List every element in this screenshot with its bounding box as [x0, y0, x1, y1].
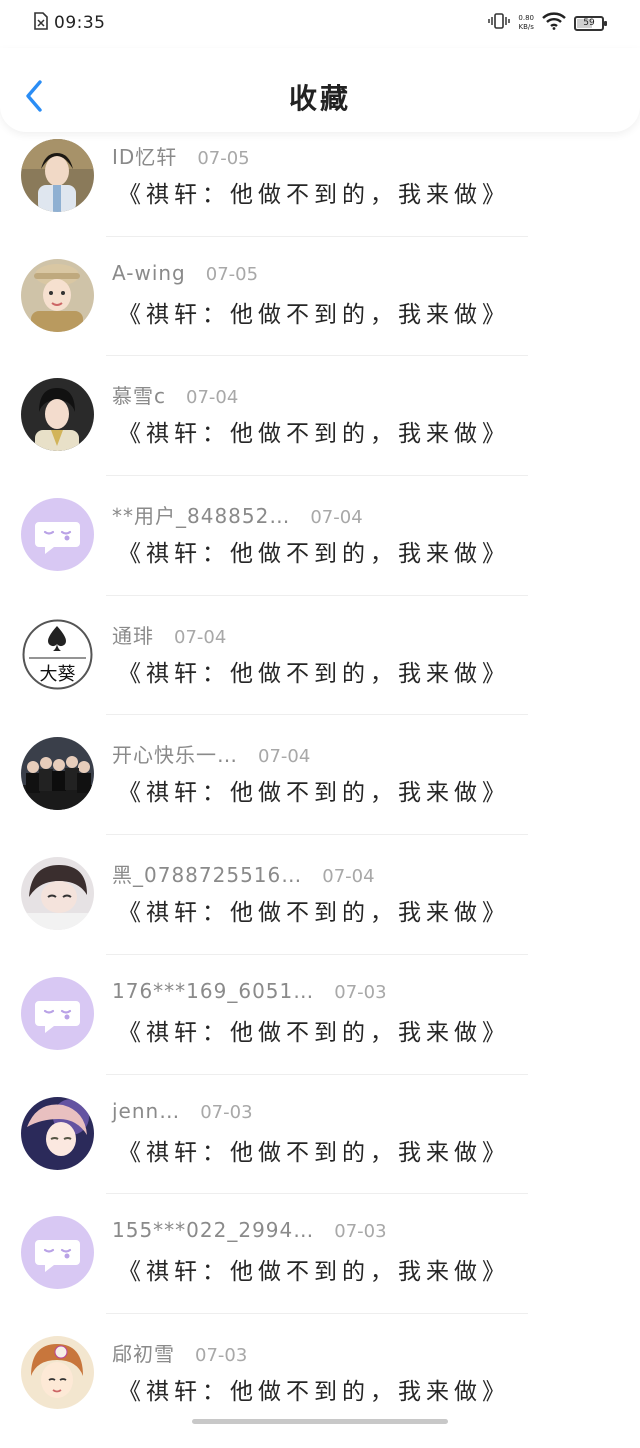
item-meta: 176***169_6051… 07-03	[112, 979, 387, 1003]
user-avatar[interactable]	[21, 857, 94, 931]
list-item[interactable]: 黑_0788725516… 07-04 《祺轩：他做不到的，我来做》	[0, 849, 640, 969]
user-avatar[interactable]	[21, 1335, 94, 1409]
username[interactable]: 通琲	[112, 620, 154, 649]
battery-icon: 59	[574, 15, 607, 31]
user-avatar[interactable]	[21, 737, 94, 811]
divider	[106, 594, 528, 596]
item-meta: jenn… 07-03	[112, 1099, 253, 1123]
user-avatar[interactable]: 大葵	[21, 617, 94, 691]
item-meta: ID忆轩 07-05	[112, 141, 250, 170]
divider	[106, 834, 528, 836]
item-title[interactable]: 《祺轩：他做不到的，我来做》	[118, 175, 510, 209]
divider	[106, 355, 528, 357]
item-date: 07-04	[186, 387, 239, 409]
list-item[interactable]: ID忆轩 07-05 《祺轩：他做不到的，我来做》	[0, 131, 640, 251]
list-item[interactable]: 开心快乐一… 07-04 《祺轩：他做不到的，我来做》	[0, 729, 640, 849]
item-meta: **用户_848852… 07-04	[112, 500, 363, 529]
status-right: 0.80 KB/s 59	[488, 12, 607, 34]
item-title[interactable]: 《祺轩：他做不到的，我来做》	[118, 414, 510, 448]
item-meta: 155***022_2994… 07-03	[112, 1218, 387, 1242]
app-header: 收藏	[0, 48, 640, 132]
item-date: 07-04	[310, 507, 363, 529]
list-item[interactable]: A-wing 07-05 《祺轩：他做不到的，我来做》	[0, 251, 640, 371]
list-item[interactable]: 176***169_6051… 07-03 《祺轩：他做不到的，我来做》	[0, 969, 640, 1089]
divider	[106, 714, 528, 716]
item-meta: 慕雪c 07-04	[112, 380, 238, 409]
favorites-list: ID忆轩 07-05 《祺轩：他做不到的，我来做》 A-wing 07-05 《…	[0, 131, 640, 1448]
item-date: 07-03	[334, 1221, 387, 1243]
user-avatar[interactable]	[21, 139, 94, 212]
item-meta: 黑_0788725516… 07-04	[112, 859, 375, 888]
network-speed-unit: KB/s	[518, 23, 534, 31]
page-title: 收藏	[288, 82, 351, 115]
username[interactable]: **用户_848852…	[112, 500, 290, 529]
user-avatar[interactable]	[21, 258, 94, 332]
item-date: 07-04	[174, 626, 227, 648]
list-item[interactable]: 慕雪c 07-04 《祺轩：他做不到的，我来做》	[0, 370, 640, 490]
divider	[106, 953, 528, 955]
divider	[106, 1312, 528, 1314]
username[interactable]: jenn…	[112, 1099, 180, 1123]
item-date: 07-03	[200, 1101, 253, 1123]
item-meta: 开心快乐一… 07-04	[112, 739, 310, 768]
item-meta: 郈初雪 07-03	[112, 1338, 247, 1367]
username[interactable]: 黑_0788725516…	[112, 859, 302, 888]
list-item[interactable]: **用户_848852… 07-04 《祺轩：他做不到的，我来做》	[0, 490, 640, 610]
default-avatar-icon[interactable]	[21, 1216, 94, 1290]
item-meta: A-wing 07-05	[112, 261, 258, 285]
item-date: 07-05	[205, 263, 259, 285]
divider	[106, 1193, 528, 1195]
item-title[interactable]: 《祺轩：他做不到的，我来做》	[118, 893, 510, 927]
username[interactable]: A-wing	[112, 261, 186, 285]
network-speed-value: 0.80	[518, 14, 534, 22]
default-avatar-icon[interactable]	[21, 976, 94, 1050]
list-item[interactable]: jenn… 07-03 《祺轩：他做不到的，我来做》	[0, 1089, 640, 1209]
status-left: 09:35	[34, 12, 106, 34]
item-title[interactable]: 《祺轩：他做不到的，我来做》	[118, 1133, 510, 1167]
item-date: 07-03	[195, 1344, 248, 1366]
username[interactable]: 176***169_6051…	[112, 979, 314, 1003]
item-date: 07-03	[334, 981, 387, 1003]
list-item[interactable]: 155***022_2994… 07-03 《祺轩：他做不到的，我来做》	[0, 1208, 640, 1328]
battery-level: 59	[583, 17, 595, 28]
username[interactable]: 开心快乐一…	[112, 739, 238, 768]
item-date: 07-04	[258, 746, 311, 768]
user-avatar[interactable]	[21, 1096, 94, 1170]
wifi-icon	[542, 12, 566, 34]
item-title[interactable]: 《祺轩：他做不到的，我来做》	[118, 654, 510, 688]
item-title[interactable]: 《祺轩：他做不到的，我来做》	[118, 295, 510, 329]
item-meta: 通琲 07-04	[112, 620, 226, 649]
item-title[interactable]: 《祺轩：他做不到的，我来做》	[118, 773, 510, 807]
divider	[106, 1073, 528, 1075]
username[interactable]: 155***022_2994…	[112, 1218, 314, 1242]
list-item[interactable]: 大葵 通琲 07-04 《祺轩：他做不到的，我来做》	[0, 610, 640, 730]
item-date: 07-04	[322, 866, 375, 888]
divider	[106, 475, 528, 477]
sim-off-icon	[34, 12, 48, 34]
item-title[interactable]: 《祺轩：他做不到的，我来做》	[118, 534, 510, 568]
username[interactable]: 慕雪c	[112, 380, 166, 409]
item-date: 07-05	[197, 148, 250, 169]
status-bar: 09:35 0.80 KB/s 59	[0, 0, 640, 48]
item-title[interactable]: 《祺轩：他做不到的，我来做》	[118, 1013, 510, 1047]
avatar-logo-text: 大葵	[40, 664, 76, 685]
user-avatar[interactable]	[21, 378, 94, 452]
username[interactable]: ID忆轩	[112, 141, 177, 170]
home-indicator[interactable]	[192, 1419, 448, 1424]
list-item[interactable]: 郈初雪 07-03 《祺轩：他做不到的，我来做》	[0, 1328, 640, 1448]
default-avatar-icon[interactable]	[21, 498, 94, 572]
network-speed: 0.80 KB/s	[518, 14, 534, 32]
status-time: 09:35	[54, 13, 106, 33]
vibrate-icon	[488, 12, 511, 34]
item-title[interactable]: 《祺轩：他做不到的，我来做》	[118, 1252, 510, 1286]
item-title[interactable]: 《祺轩：他做不到的，我来做》	[118, 1372, 510, 1406]
divider	[106, 235, 528, 237]
username[interactable]: 郈初雪	[112, 1338, 175, 1367]
